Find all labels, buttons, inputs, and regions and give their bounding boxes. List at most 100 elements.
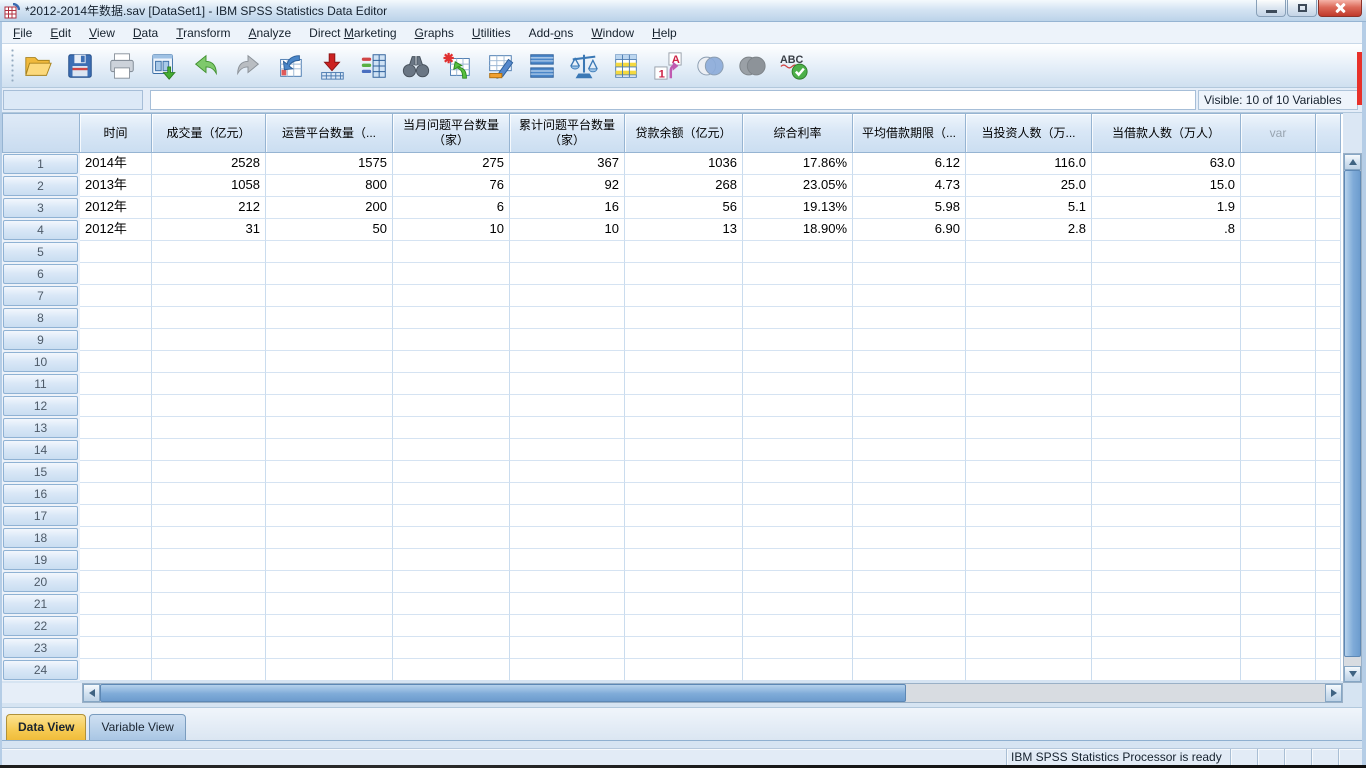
menu-view[interactable]: View [80,23,124,43]
cell-r21-filler[interactable] [1316,593,1341,615]
cell-editor-field[interactable] [150,90,1196,110]
cell-r3-composite-rate[interactable]: 19.13% [743,197,853,219]
cell-r10-avg-loan-term[interactable] [853,351,966,373]
cell-r20-composite-rate[interactable] [743,571,853,593]
cell-r15-time[interactable] [80,461,152,483]
cell-r24-loan-balance[interactable] [625,659,743,681]
cell-r18-cumulative-problem-platforms[interactable] [510,527,625,549]
vertical-scrollbar-thumb[interactable] [1344,170,1361,657]
tab-data-view[interactable]: Data View [6,714,86,740]
cell-r18-avg-loan-term[interactable] [853,527,966,549]
cell-r2-cumulative-problem-platforms[interactable]: 92 [510,175,625,197]
cell-r18-month-problem-platforms[interactable] [393,527,510,549]
column-header-loan-balance[interactable]: 贷款余额（亿元） [625,114,743,153]
cell-r24-time[interactable] [80,659,152,681]
cell-r5-var[interactable] [1241,241,1316,263]
row-header-9[interactable]: 9 [3,330,78,350]
cell-r12-var[interactable] [1241,395,1316,417]
menu-graphs[interactable]: Graphs [406,23,463,43]
variables-button[interactable] [357,48,390,84]
cell-r22-time[interactable] [80,615,152,637]
cell-r20-loan-balance[interactable] [625,571,743,593]
cell-r4-time[interactable]: 2012年 [80,219,152,241]
cell-r11-operating-platforms[interactable] [266,373,393,395]
cell-r1-operating-platforms[interactable]: 1575 [266,153,393,175]
go-to-case-button[interactable] [273,48,306,84]
column-header-time[interactable]: 时间 [80,114,152,153]
row-header-6[interactable]: 6 [3,264,78,284]
cell-r21-time[interactable] [80,593,152,615]
cell-r8-cumulative-problem-platforms[interactable] [510,307,625,329]
row-header-1[interactable]: 1 [3,154,78,174]
cell-r17-month-problem-platforms[interactable] [393,505,510,527]
cell-r23-time[interactable] [80,637,152,659]
scroll-right-button[interactable] [1325,684,1342,702]
menu-transform[interactable]: Transform [167,23,239,43]
cell-r13-var[interactable] [1241,417,1316,439]
column-header-var[interactable]: var [1241,114,1316,153]
cell-r15-avg-loan-term[interactable] [853,461,966,483]
horizontal-scrollbar[interactable] [82,683,1343,703]
cell-r9-time[interactable] [80,329,152,351]
cell-r9-composite-rate[interactable] [743,329,853,351]
menu-help[interactable]: Help [643,23,686,43]
cell-r10-operating-platforms[interactable] [266,351,393,373]
cell-r5-operating-platforms[interactable] [266,241,393,263]
cell-r22-var[interactable] [1241,615,1316,637]
cell-r10-loan-balance[interactable] [625,351,743,373]
cell-r1-volume[interactable]: 2528 [152,153,266,175]
cell-r8-investors[interactable] [966,307,1092,329]
cell-r21-volume[interactable] [152,593,266,615]
cell-r20-filler[interactable] [1316,571,1341,593]
close-button[interactable] [1318,0,1362,17]
cell-r14-composite-rate[interactable] [743,439,853,461]
horizontal-scrollbar-track[interactable] [906,684,1325,702]
cell-r5-filler[interactable] [1316,241,1341,263]
cell-r20-volume[interactable] [152,571,266,593]
horizontal-scrollbar-thumb[interactable] [100,684,906,702]
cell-r10-time[interactable] [80,351,152,373]
cell-r9-filler[interactable] [1316,329,1341,351]
menu-data[interactable]: Data [124,23,167,43]
cell-r3-time[interactable]: 2012年 [80,197,152,219]
split-file-button[interactable] [525,48,558,84]
cell-r14-borrowers[interactable] [1092,439,1241,461]
cell-r7-operating-platforms[interactable] [266,285,393,307]
cell-r13-volume[interactable] [152,417,266,439]
cell-r1-investors[interactable]: 116.0 [966,153,1092,175]
cell-r9-investors[interactable] [966,329,1092,351]
cell-r6-volume[interactable] [152,263,266,285]
column-header-avg-loan-term[interactable]: 平均借款期限（... [853,114,966,153]
cell-r18-time[interactable] [80,527,152,549]
row-header-13[interactable]: 13 [3,418,78,438]
cell-r1-borrowers[interactable]: 63.0 [1092,153,1241,175]
select-cases-button[interactable] [609,48,642,84]
cell-r11-investors[interactable] [966,373,1092,395]
cell-r6-composite-rate[interactable] [743,263,853,285]
menu-utilities[interactable]: Utilities [463,23,520,43]
cell-r22-cumulative-problem-platforms[interactable] [510,615,625,637]
grid-corner-cell[interactable] [2,114,80,153]
cell-r23-month-problem-platforms[interactable] [393,637,510,659]
cell-r6-cumulative-problem-platforms[interactable] [510,263,625,285]
save-file-button[interactable] [63,48,96,84]
cell-r4-var[interactable] [1241,219,1316,241]
insert-cases-button[interactable] [441,48,474,84]
cell-r5-month-problem-platforms[interactable] [393,241,510,263]
cell-r13-month-problem-platforms[interactable] [393,417,510,439]
cell-r13-investors[interactable] [966,417,1092,439]
menu-analyze[interactable]: Analyze [239,23,300,43]
recall-dialogs-button[interactable] [147,48,180,84]
scroll-up-button[interactable] [1344,154,1361,170]
cell-r2-filler[interactable] [1316,175,1341,197]
cell-r21-cumulative-problem-platforms[interactable] [510,593,625,615]
column-header-month-problem-platforms[interactable]: 当月问题平台数量（家） [393,114,510,153]
row-header-19[interactable]: 19 [3,550,78,570]
cell-reference-box[interactable] [3,90,143,110]
cell-r7-investors[interactable] [966,285,1092,307]
cell-r10-month-problem-platforms[interactable] [393,351,510,373]
column-header-filler[interactable] [1316,114,1341,153]
cell-r21-loan-balance[interactable] [625,593,743,615]
cell-r15-borrowers[interactable] [1092,461,1241,483]
cell-r8-operating-platforms[interactable] [266,307,393,329]
